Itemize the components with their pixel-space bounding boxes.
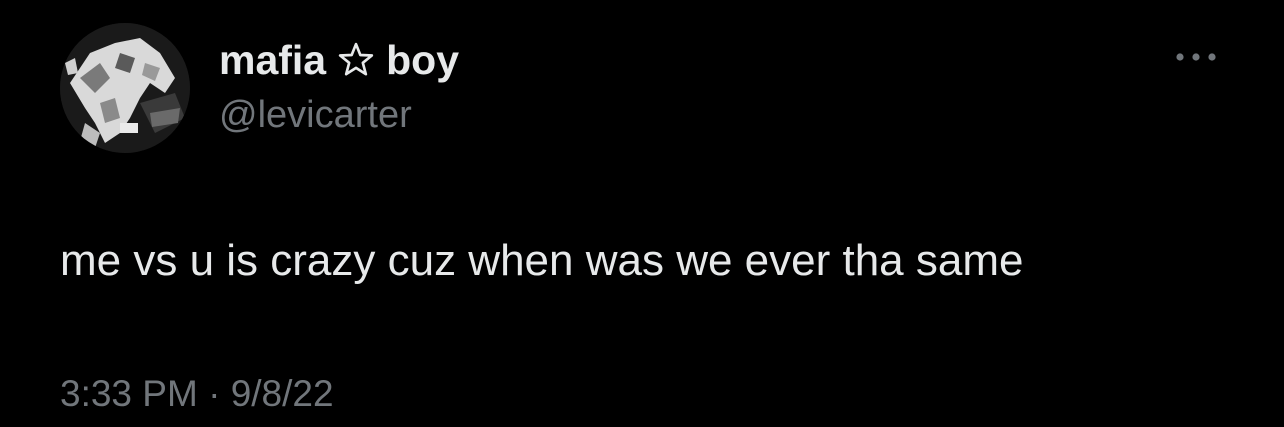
author-display-name[interactable]: mafia boy	[219, 36, 459, 84]
avatar-image	[60, 23, 190, 153]
author-avatar[interactable]	[60, 23, 190, 153]
tweet-text: me vs u is crazy cuz when was we ever th…	[60, 236, 1024, 285]
tweet-date: 9/8/22	[230, 373, 334, 414]
tweet-timestamp[interactable]: 3:33 PM · 9/8/22	[60, 372, 334, 416]
timestamp-separator: ·	[208, 373, 221, 414]
more-horizontal-icon	[1176, 53, 1216, 61]
star-outline-icon	[336, 40, 376, 80]
display-name-part1: mafia	[219, 37, 327, 83]
more-options-button[interactable]	[1170, 40, 1222, 74]
tweet-time: 3:33 PM	[60, 373, 198, 414]
author-handle[interactable]: @levicarter	[219, 92, 412, 138]
display-name-part2: boy	[386, 37, 460, 83]
tweet-card: mafia boy @levicarter me vs u is crazy c…	[0, 0, 1284, 427]
